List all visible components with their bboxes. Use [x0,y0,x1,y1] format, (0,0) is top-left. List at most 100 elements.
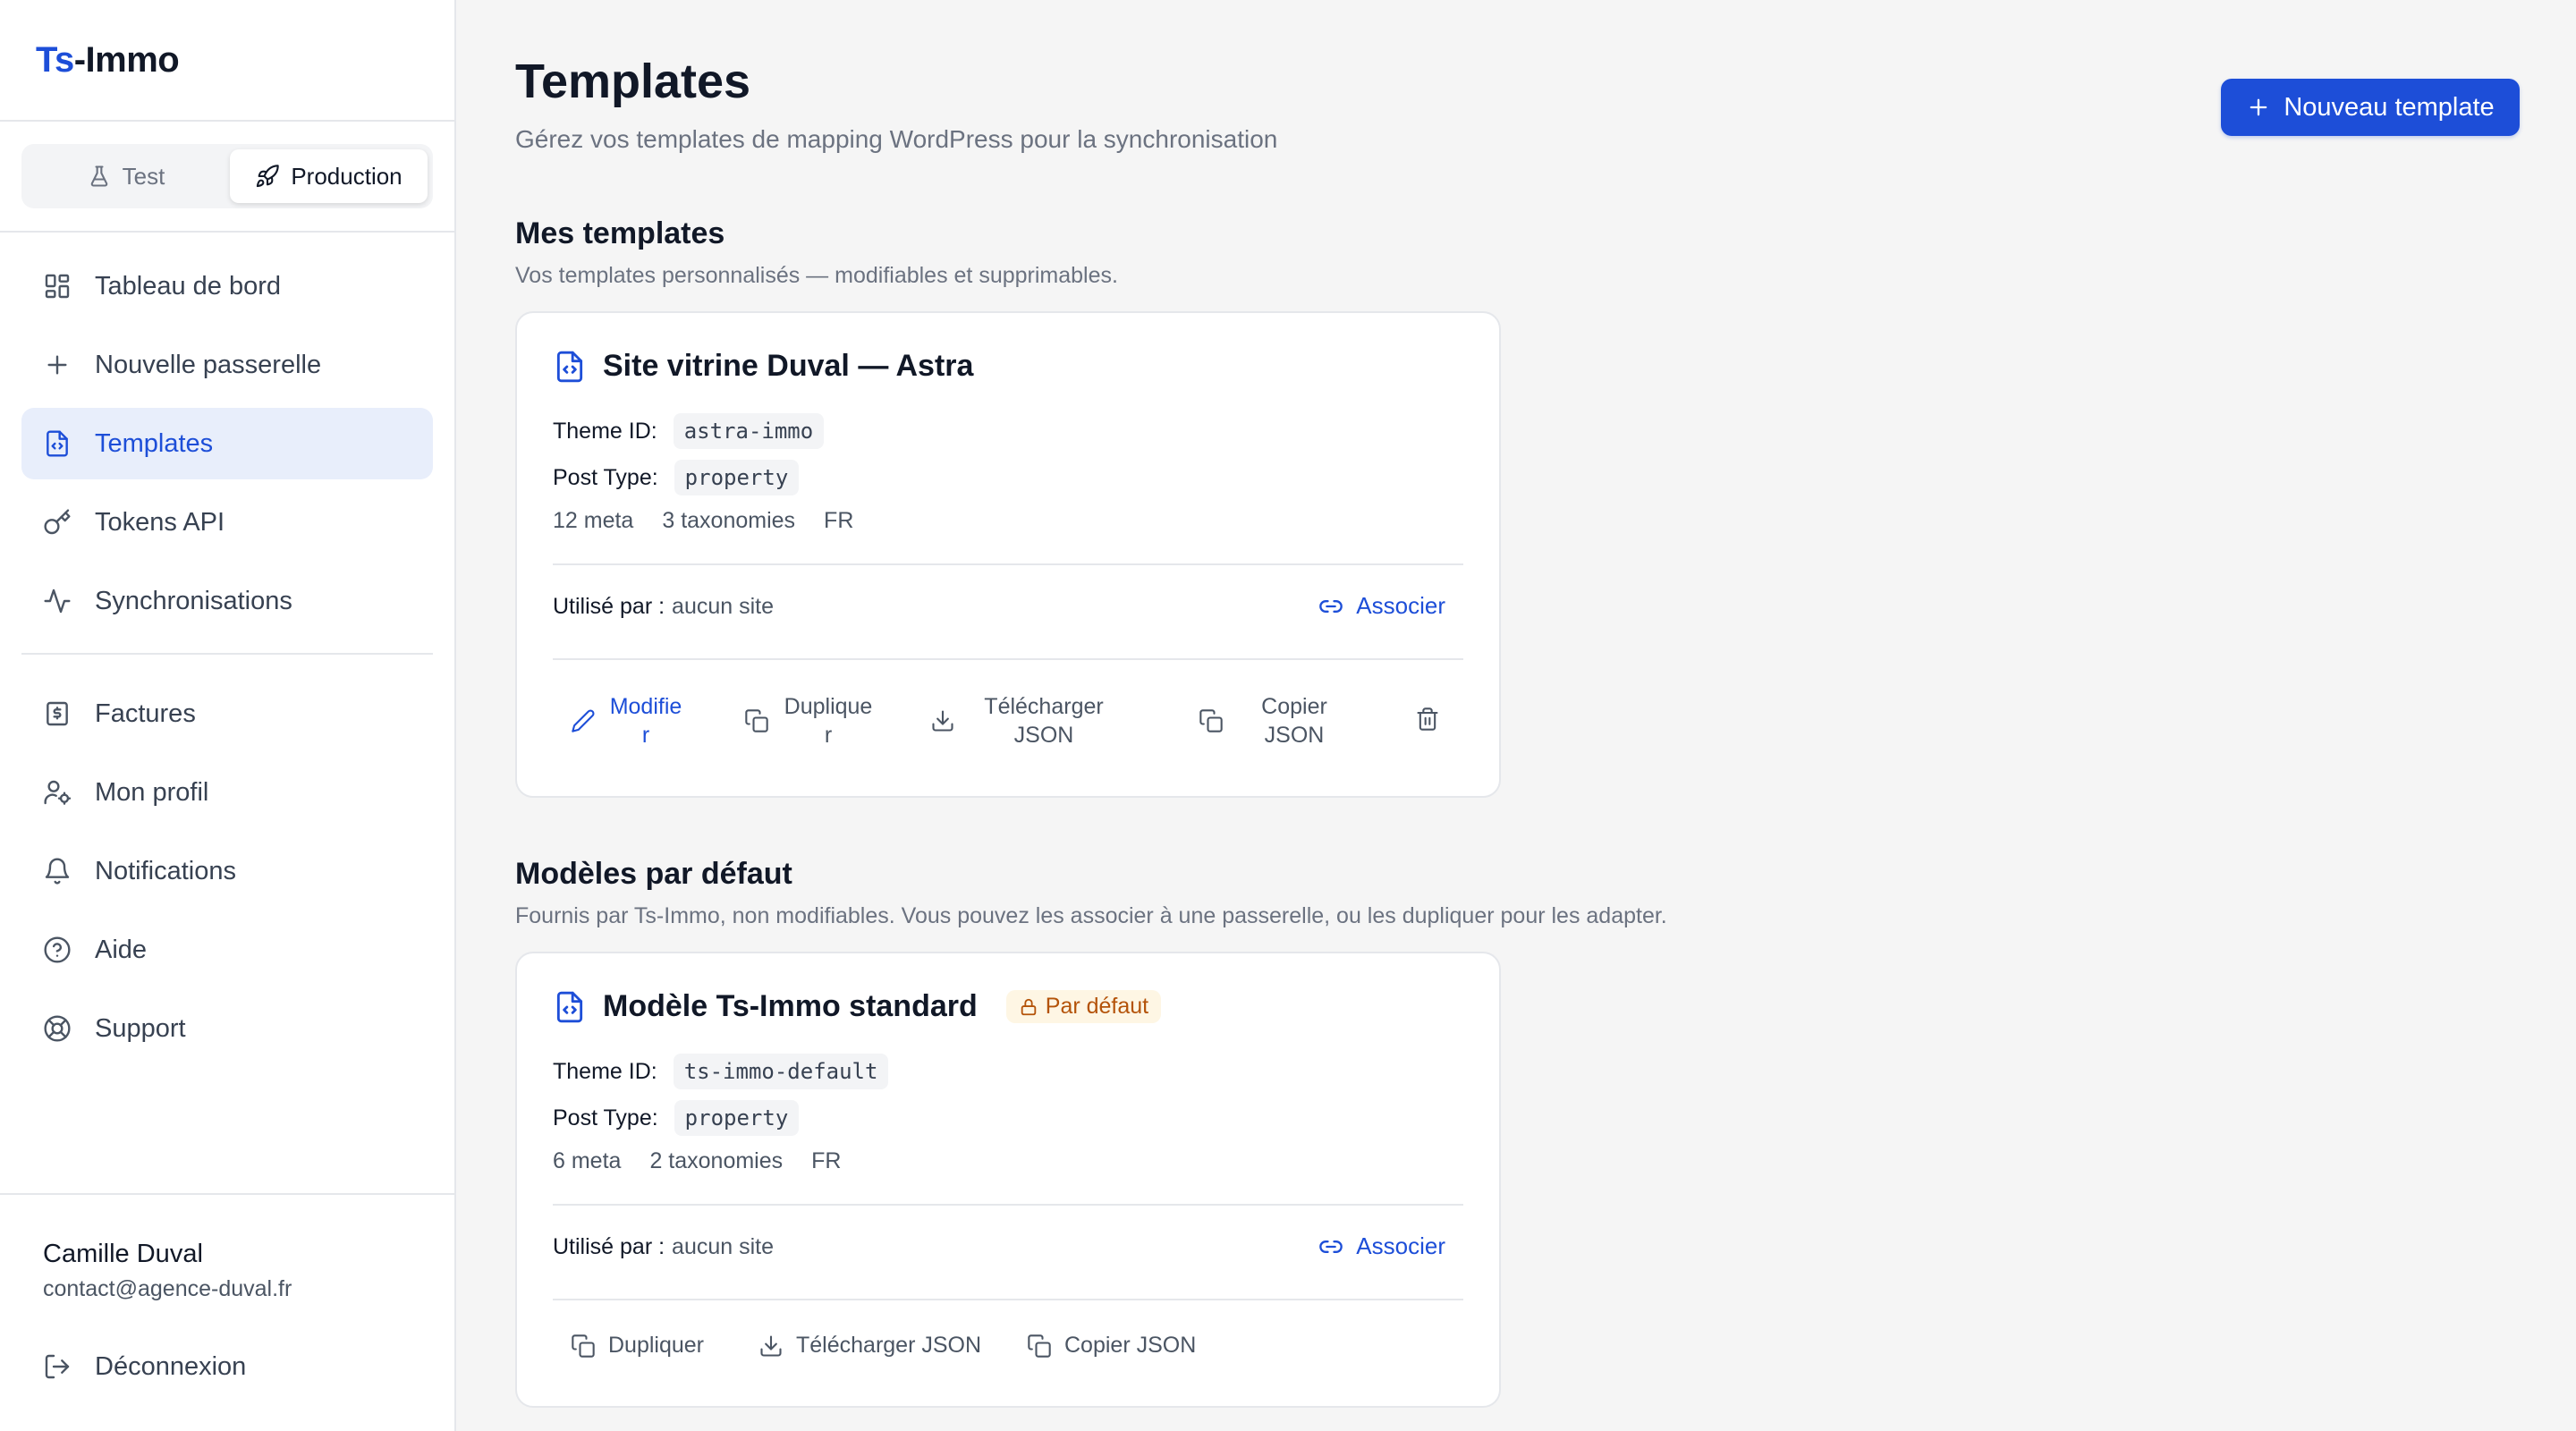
brand: Ts-Immo [0,0,454,122]
post-type-value: property [674,460,800,495]
sidebar-item-support[interactable]: Support [21,993,433,1064]
receipt-icon [47,701,68,726]
copy-json-button[interactable]: Copier JSON [1027,1333,1196,1359]
post-type-row: Post Type: property [553,1100,800,1136]
logo[interactable]: Ts-Immo [36,39,180,80]
duplicate-button[interactable]: Dupliquer [571,1333,704,1359]
sidebar-item-label: Tableau de bord [95,271,281,301]
theme-id-row: Theme ID: ts-immo-default [553,1054,889,1089]
sidebar-item-invoices[interactable]: Factures [21,678,433,749]
new-template-button[interactable]: Nouveau template [2221,79,2520,136]
environment-switch-wrap: Test Production [0,122,454,233]
logout-button[interactable]: Déconnexion [21,1338,246,1395]
sidebar-item-label: Tokens API [95,507,225,537]
taxonomies-count: 3 taxonomies [662,508,796,533]
default-badge: Par défaut [1005,990,1162,1023]
link-icon [1319,599,1343,613]
nav-divider [21,653,433,655]
bell-icon [45,858,70,885]
sidebar-item-label: Templates [95,428,214,458]
download-json-label: Télécharger JSON [984,694,1104,748]
file-code-icon [556,991,583,1022]
env-production-label: Production [291,162,402,190]
page-title: Templates [515,55,751,108]
card-header: Site vitrine Duval — Astra [553,349,973,384]
theme-id-value: astra-immo [673,413,825,449]
sidebar-item-label: Factures [95,699,196,728]
plus-icon [47,355,67,375]
copy-json-label: Copier JSON [1064,1333,1197,1358]
associate-label: Associer [1356,592,1445,619]
card-divider [553,563,1463,565]
theme-id-label: Theme ID: [553,1058,657,1084]
post-type-label: Post Type: [553,1105,658,1130]
default-badge-label: Par défaut [1045,994,1149,1019]
template-card: Site vitrine Duval — Astra Theme ID: ast… [515,311,1501,798]
env-production-button[interactable]: Production [230,149,428,203]
link-icon [1319,1240,1343,1253]
sidebar-item-label: Notifications [95,856,236,885]
copy-icon [1199,709,1223,732]
template-meta-row: 6 meta 2 taxonomies FR [553,1148,841,1174]
key-icon [44,509,71,535]
theme-id-value: ts-immo-default [673,1054,889,1089]
activity-icon [44,588,71,614]
new-template-label: Nouveau template [2284,92,2495,122]
main-content: Templates Gérez vos templates de mapping… [456,0,2576,1431]
file-code-icon [47,430,68,457]
file-code-icon [556,351,583,382]
sidebar: Ts-Immo Test Production Tableau de bord [0,0,456,1431]
sidebar-item-new-gateway[interactable]: Nouvelle passerelle [21,329,433,401]
user-name: Camille Duval [43,1240,203,1268]
copy-json-label: Copier JSON [1261,694,1327,748]
logo-part-2: -Immo [73,39,180,80]
help-circle-icon [44,936,71,963]
card-header: Modèle Ts-Immo standard Par défaut [553,989,1162,1024]
card-divider [553,1299,1463,1300]
sidebar-item-notifications[interactable]: Notifications [21,835,433,907]
flask-icon [90,165,107,187]
taxonomies-count: 2 taxonomies [649,1148,784,1173]
logout-icon [45,1354,70,1379]
copy-icon [745,709,768,732]
user-cog-icon [44,780,72,805]
duplicate-label: Dupliquer [608,1333,705,1358]
duplicate-button[interactable]: Dupliquer [744,692,875,749]
download-icon [932,710,953,732]
environment-switch: Test Production [21,144,433,208]
edit-button[interactable]: Modifier [571,692,683,749]
sidebar-item-tokens[interactable]: Tokens API [21,487,433,558]
download-json-label: Télécharger JSON [796,1333,982,1358]
life-buoy-icon [44,1015,71,1042]
env-test-label: Test [122,162,165,190]
card-title: Modèle Ts-Immo standard [603,989,978,1023]
duplicate-label: Dupliquer [784,694,873,748]
sidebar-item-help[interactable]: Aide [21,914,433,986]
used-by-label: Utilisé par : [553,1234,665,1259]
sidebar-item-templates[interactable]: Templates [21,408,433,479]
pencil-icon [572,709,595,732]
logo-part-1: Ts [36,39,74,80]
delete-button[interactable] [1415,707,1440,732]
sidebar-item-label: Aide [95,935,148,964]
copy-icon [1028,1334,1051,1358]
sidebar-item-profile[interactable]: Mon profil [21,757,433,828]
sidebar-item-label: Nouvelle passerelle [95,350,322,379]
sidebar-item-label: Support [95,1013,186,1043]
used-by-row: Utilisé par : aucun site [553,1234,774,1260]
sidebar-item-synchronisations[interactable]: Synchronisations [21,565,433,637]
meta-count: 12 meta [553,508,634,533]
sidebar-item-dashboard[interactable]: Tableau de bord [21,250,433,322]
language: FR [811,1148,842,1173]
dashboard-icon [45,274,70,299]
rocket-icon [257,165,280,188]
copy-json-button[interactable]: Copier JSON [1199,692,1352,749]
download-json-button[interactable]: Télécharger JSON [930,692,1120,749]
associate-button[interactable]: Associer [1318,1232,1445,1260]
card-title: Site vitrine Duval — Astra [603,349,974,383]
env-test-button[interactable]: Test [27,149,225,203]
associate-button[interactable]: Associer [1318,592,1445,620]
logout-label: Déconnexion [95,1351,247,1381]
download-json-button[interactable]: Télécharger JSON [758,1333,981,1359]
section-desc-defaults: Fournis par Ts-Immo, non modifiables. Vo… [515,903,1667,928]
